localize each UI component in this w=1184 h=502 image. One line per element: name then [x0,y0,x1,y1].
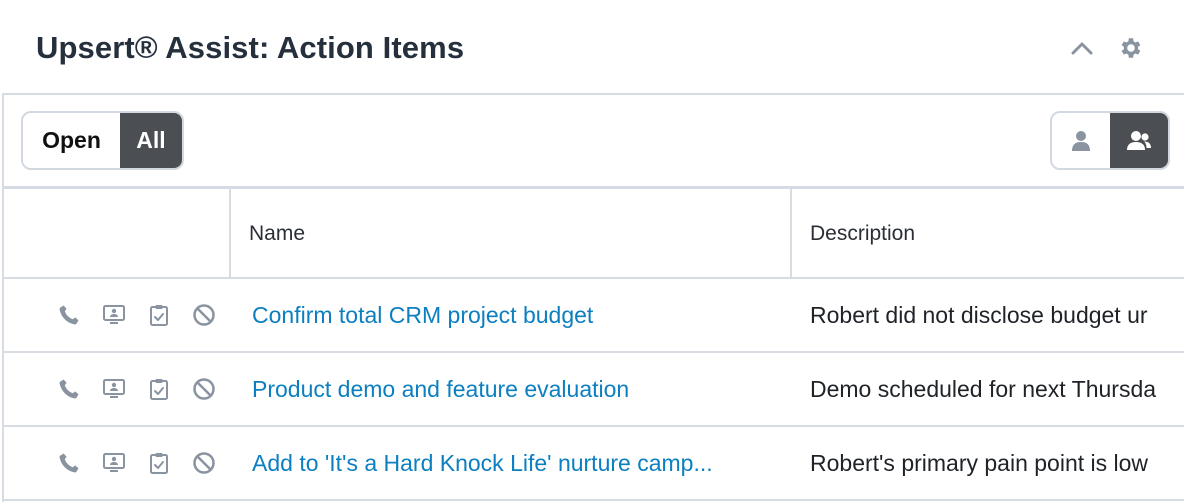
chevron-up-icon [1071,42,1093,55]
users-icon [1127,130,1151,150]
filter-all-button[interactable]: All [120,113,182,168]
monitor-icon[interactable] [101,302,127,328]
row-actions [56,279,217,351]
settings-button[interactable] [1116,34,1144,62]
action-item-name-link[interactable]: Add to 'It's a Hard Knock Life' nurture … [252,427,782,499]
clipboard-check-icon[interactable] [146,376,172,402]
team-items-button[interactable] [1110,113,1168,168]
action-items-panel: Open All Name Description Confirm total … [2,93,1184,502]
toolbar: Open All [4,95,1184,189]
table-row: Product demo and feature evaluation Demo… [4,353,1184,427]
monitor-icon[interactable] [101,376,127,402]
column-header-actions [4,189,231,279]
row-actions [56,353,217,425]
ban-icon[interactable] [191,450,217,476]
column-header-description[interactable]: Description [792,189,1184,279]
collapse-button[interactable] [1068,34,1096,62]
clipboard-check-icon[interactable] [146,302,172,328]
clipboard-check-icon[interactable] [146,450,172,476]
row-actions [56,427,217,499]
owner-view-toggle [1050,111,1170,170]
ban-icon[interactable] [191,302,217,328]
action-item-description: Demo scheduled for next Thursda [810,375,1157,402]
table-row: Add to 'It's a Hard Knock Life' nurture … [4,427,1184,501]
ban-icon[interactable] [191,376,217,402]
monitor-icon[interactable] [101,450,127,476]
gear-icon [1121,38,1141,58]
phone-icon[interactable] [56,376,82,402]
phone-icon[interactable] [56,450,82,476]
status-filter-toggle: Open All [21,111,184,170]
action-item-description: Robert did not disclose budget ur [810,301,1148,328]
column-header-name[interactable]: Name [231,189,792,279]
filter-open-button[interactable]: Open [23,113,120,168]
action-item-name-link[interactable]: Product demo and feature evaluation [252,353,782,425]
widget-header: Upsert® Assist: Action Items [0,0,1184,94]
user-icon [1072,130,1090,151]
my-items-button[interactable] [1052,113,1110,168]
widget-title: Upsert® Assist: Action Items [36,30,465,65]
action-item-description: Robert's primary pain point is low [810,449,1149,476]
action-item-name-link[interactable]: Confirm total CRM project budget [252,279,782,351]
action-items-table: Name Description Confirm total CRM proje… [4,189,1184,501]
table-row: Confirm total CRM project budget Robert … [4,279,1184,353]
table-header: Name Description [4,189,1184,279]
phone-icon[interactable] [56,302,82,328]
